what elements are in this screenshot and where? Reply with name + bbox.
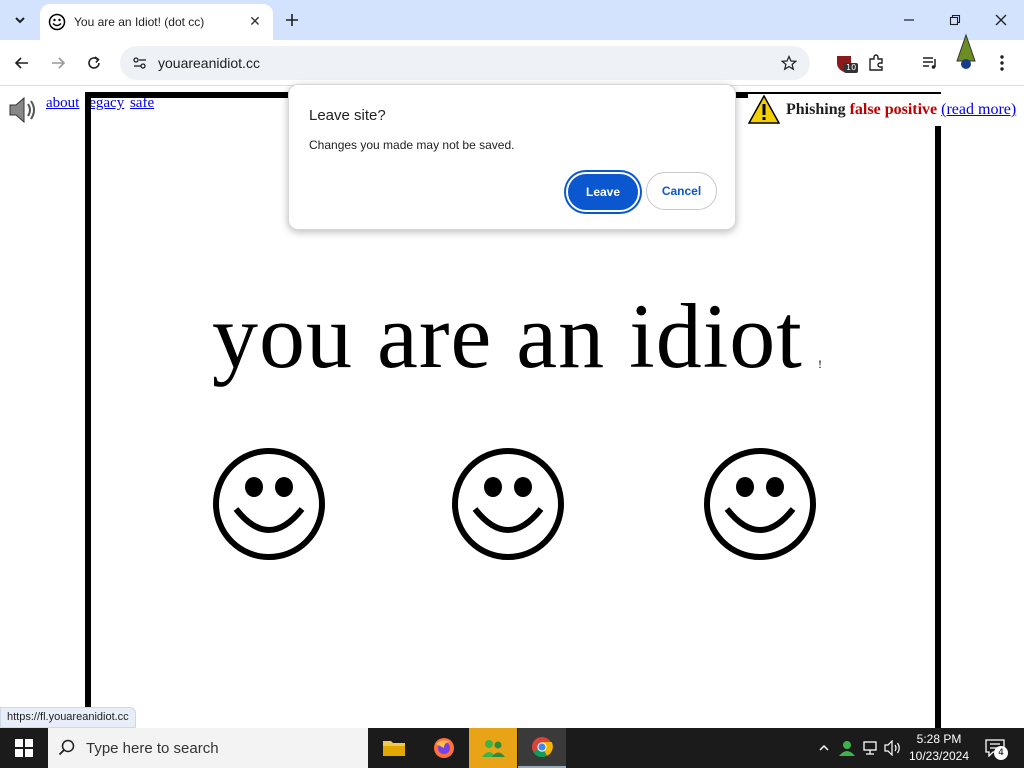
clock-time: 5:28 PM (916, 732, 962, 746)
tray-overflow-button[interactable] (814, 738, 834, 758)
people-icon (482, 740, 505, 757)
read-more-link[interactable]: (read more) (941, 101, 1016, 119)
extension-shield-button[interactable]: 10 (832, 51, 859, 75)
reload-icon (88, 56, 100, 69)
phishing-notice: Phishing false positive (read more) (748, 94, 1021, 126)
close-icon (995, 14, 1007, 26)
close-window-button[interactable] (978, 0, 1024, 40)
forward-button[interactable] (44, 49, 72, 77)
minimize-button[interactable] (886, 0, 932, 40)
browser-menu-button[interactable] (990, 51, 1014, 75)
chevron-down-icon (15, 17, 25, 24)
headline-suffix: ! (818, 357, 822, 371)
puzzle-icon (869, 54, 883, 71)
avatar-icon (956, 33, 976, 69)
playlist-icon (923, 57, 936, 69)
dialog-title: Leave site? (309, 107, 386, 124)
minimize-icon (904, 19, 914, 21)
bookmark-star-icon[interactable] (778, 52, 800, 74)
site-settings-icon[interactable] (130, 53, 150, 73)
address-bar[interactable]: youareanidiot.cc (120, 46, 810, 80)
chrome-icon (532, 737, 553, 758)
profile-avatar[interactable] (952, 32, 980, 72)
notification-count-badge: 4 (994, 746, 1008, 760)
clock-date: 10/23/2024 (908, 749, 970, 763)
search-icon (58, 739, 75, 756)
browser-toolbar: youareanidiot.cc 10 (0, 33, 1024, 86)
taskbar-firefox[interactable] (420, 728, 468, 768)
chevron-up-icon (819, 744, 829, 751)
phishing-label: Phishing (786, 101, 846, 118)
taskbar-search-placeholder: Type here to search (86, 739, 219, 757)
dialog-message: Changes you made may not be saved. (309, 138, 515, 152)
restore-icon (949, 14, 961, 26)
speaker-icon[interactable] (6, 93, 40, 127)
more-vertical-icon (1000, 55, 1004, 71)
folder-icon (383, 741, 405, 756)
smiley-face-icon (213, 448, 325, 560)
leave-site-dialog: Leave site? Changes you made may not be … (288, 84, 736, 230)
false-positive-label: false positive (849, 101, 938, 118)
tray-people-icon[interactable] (837, 738, 857, 758)
reload-button[interactable] (80, 49, 108, 77)
back-button[interactable] (8, 49, 36, 77)
status-bar-url: https://fl.youareanidiot.cc (0, 707, 136, 728)
extension-badge: 10 (844, 63, 859, 73)
smiley-favicon-icon (48, 13, 66, 31)
network-icon[interactable] (860, 738, 880, 758)
plus-icon (286, 14, 298, 26)
volume-icon[interactable] (883, 738, 903, 758)
arrow-right-icon (52, 57, 66, 69)
tab-title: You are an Idiot! (dot cc) (74, 15, 205, 29)
extensions-button[interactable] (864, 51, 888, 75)
headline: you are an idiot (212, 285, 803, 387)
system-clock[interactable]: 5:28 PM 10/23/2024 (904, 731, 974, 765)
url-text[interactable]: youareanidiot.cc (158, 55, 778, 71)
new-tab-button[interactable] (280, 8, 304, 32)
tab-search-button[interactable] (6, 6, 34, 34)
smiley-face-icon (452, 448, 564, 560)
taskbar-chrome[interactable] (518, 728, 566, 768)
smiley-face-icon (704, 448, 816, 560)
taskbar: Type here to search 5:28 PM 10/23/2024 4 (0, 728, 1024, 768)
cancel-button[interactable]: Cancel (646, 172, 717, 210)
warning-icon (748, 94, 780, 124)
leave-button[interactable]: Leave (566, 172, 640, 212)
taskbar-search[interactable]: Type here to search (48, 728, 368, 768)
close-tab-icon[interactable]: ✕ (245, 12, 265, 32)
firefox-icon (434, 738, 454, 758)
active-tab[interactable]: You are an Idiot! (dot cc) ✕ (40, 4, 273, 40)
arrow-left-icon (14, 57, 28, 69)
about-link[interactable]: about (46, 95, 79, 111)
taskbar-chat-app[interactable] (469, 728, 517, 768)
taskbar-file-explorer[interactable] (370, 728, 418, 768)
tab-strip: You are an Idiot! (dot cc) ✕ (0, 0, 1024, 40)
windows-logo-icon (15, 739, 33, 757)
start-button[interactable] (0, 728, 48, 768)
media-controls-button[interactable] (918, 51, 942, 75)
notification-center-button[interactable]: 4 (980, 734, 1010, 762)
